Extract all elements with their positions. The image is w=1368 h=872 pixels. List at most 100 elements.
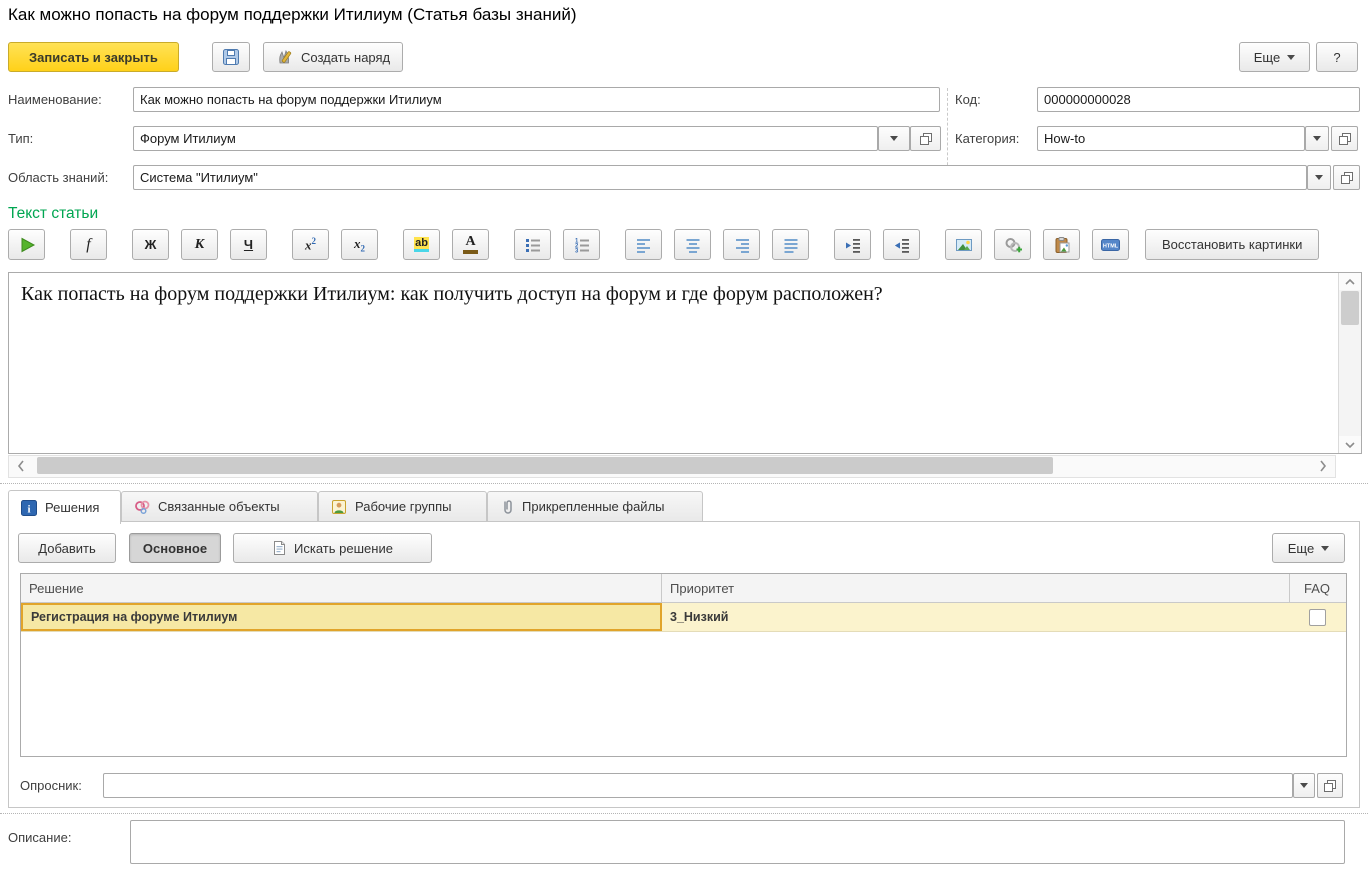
info-icon: i: [21, 500, 37, 516]
more-label: Еще: [1254, 50, 1280, 65]
underline-button[interactable]: Ч: [230, 229, 267, 260]
html-icon: HTML: [1101, 236, 1120, 254]
main-solution-button[interactable]: Основное: [129, 533, 221, 563]
name-input[interactable]: [133, 87, 940, 112]
scroll-up-icon[interactable]: [1339, 273, 1361, 290]
function-f-icon: f: [86, 236, 90, 254]
html-source-button[interactable]: HTML: [1092, 229, 1129, 260]
knowledge-area-field-label: Область знаний:: [8, 170, 108, 185]
align-right-button[interactable]: [723, 229, 760, 260]
faq-cell[interactable]: [1290, 603, 1344, 631]
tab-attached-files[interactable]: Прикрепленные файлы: [487, 491, 703, 522]
tab-linked-objects[interactable]: Связанные объекты: [121, 491, 318, 522]
indent-increase-icon: [844, 236, 862, 254]
superscript-icon: x2: [305, 236, 316, 253]
superscript-button[interactable]: x2: [292, 229, 329, 260]
vertical-scroll-thumb[interactable]: [1341, 291, 1359, 325]
caret-down-icon: [1313, 136, 1321, 141]
column-header-priority[interactable]: Приоритет: [662, 574, 1290, 602]
indent-decrease-button[interactable]: [883, 229, 920, 260]
save-and-close-button[interactable]: Записать и закрыть: [8, 42, 179, 72]
indent-increase-button[interactable]: [834, 229, 871, 260]
numbered-list-button[interactable]: 123: [563, 229, 600, 260]
play-icon: [18, 236, 36, 254]
more-button-solutions[interactable]: Еще: [1272, 533, 1345, 563]
search-solution-button[interactable]: Искать решение: [233, 533, 432, 563]
justify-icon: [782, 236, 800, 254]
caret-down-icon: [1321, 546, 1329, 551]
create-order-button[interactable]: Создать наряд: [263, 42, 403, 72]
questionnaire-input[interactable]: [103, 773, 1293, 798]
article-text-section-title: Текст статьи: [8, 205, 98, 223]
priority-cell[interactable]: 3_Низкий: [662, 603, 1290, 631]
scroll-left-icon[interactable]: [9, 456, 33, 475]
knowledge-area-input[interactable]: [133, 165, 1307, 190]
editor-vertical-scrollbar[interactable]: [1338, 273, 1361, 453]
caret-down-icon: [1315, 175, 1323, 180]
save-button[interactable]: [212, 42, 250, 72]
table-row[interactable]: Регистрация на форуме Итилиум 3_Низкий: [21, 603, 1346, 632]
justify-button[interactable]: [772, 229, 809, 260]
column-header-faq[interactable]: FAQ: [1290, 574, 1344, 602]
help-button[interactable]: ?: [1316, 42, 1358, 72]
category-input[interactable]: [1037, 126, 1305, 151]
highlight-color-button[interactable]: ab: [403, 229, 440, 260]
solution-cell[interactable]: Регистрация на форуме Итилиум: [21, 603, 662, 631]
insert-image-icon: [955, 236, 973, 254]
insert-link-button[interactable]: [994, 229, 1031, 260]
insert-image-button[interactable]: [945, 229, 982, 260]
name-field-label: Наименование:: [8, 92, 102, 107]
scroll-right-icon[interactable]: [1311, 456, 1335, 475]
insert-function-button[interactable]: f: [70, 229, 107, 260]
italic-button[interactable]: К: [181, 229, 218, 260]
questionnaire-dropdown-button[interactable]: [1293, 773, 1315, 798]
article-text-content[interactable]: Как попасть на форум поддержки Итилиум: …: [21, 283, 1327, 306]
tab-solutions[interactable]: i Решения: [8, 490, 121, 524]
type-open-button[interactable]: [910, 126, 941, 151]
scroll-down-icon[interactable]: [1339, 436, 1361, 453]
code-field-label: Код:: [955, 92, 981, 107]
font-color-icon: A: [463, 235, 478, 254]
horizontal-scroll-thumb[interactable]: [37, 457, 1053, 474]
faq-checkbox[interactable]: [1309, 609, 1326, 626]
paste-image-button[interactable]: [1043, 229, 1080, 260]
underline-icon: Ч: [244, 237, 253, 252]
category-dropdown-button[interactable]: [1305, 126, 1329, 151]
more-button-top[interactable]: Еще: [1239, 42, 1310, 72]
numbered-list-icon: 123: [573, 236, 591, 254]
section-separator: [0, 483, 1368, 484]
restore-pictures-button[interactable]: Восстановить картинки: [1145, 229, 1319, 260]
type-input[interactable]: [133, 126, 878, 151]
type-dropdown-button[interactable]: [878, 126, 910, 151]
person-badge-icon: [331, 499, 347, 515]
insert-link-icon: [1004, 236, 1022, 254]
align-center-button[interactable]: [674, 229, 711, 260]
caret-down-icon: [890, 136, 898, 141]
align-left-button[interactable]: [625, 229, 662, 260]
column-header-solution[interactable]: Решение: [21, 574, 662, 602]
bold-icon: Ж: [145, 237, 157, 252]
knowledge-area-dropdown-button[interactable]: [1307, 165, 1331, 190]
editor-horizontal-scrollbar[interactable]: [8, 455, 1336, 478]
code-input[interactable]: [1037, 87, 1360, 112]
open-form-icon: [1323, 779, 1337, 793]
article-text-editor[interactable]: Как попасть на форум поддержки Итилиум: …: [8, 272, 1362, 454]
questionnaire-open-button[interactable]: [1317, 773, 1343, 798]
knowledge-area-open-button[interactable]: [1333, 165, 1360, 190]
document-icon: [272, 540, 287, 556]
add-solution-button[interactable]: Добавить: [18, 533, 116, 563]
tab-label: Рабочие группы: [355, 499, 451, 514]
bold-button[interactable]: Ж: [132, 229, 169, 260]
type-field-label: Тип:: [8, 131, 33, 146]
description-textarea[interactable]: [130, 820, 1345, 864]
paste-image-icon: [1053, 236, 1071, 254]
svg-text:3: 3: [575, 248, 579, 254]
font-color-button[interactable]: A: [452, 229, 489, 260]
tab-label: Прикрепленные файлы: [522, 499, 665, 514]
tab-work-groups[interactable]: Рабочие группы: [318, 491, 487, 522]
subscript-button[interactable]: x2: [341, 229, 378, 260]
bulleted-list-button[interactable]: [514, 229, 551, 260]
preview-button[interactable]: [8, 229, 45, 260]
category-open-button[interactable]: [1331, 126, 1358, 151]
solutions-table: Решение Приоритет FAQ Регистрация на фор…: [20, 573, 1347, 757]
